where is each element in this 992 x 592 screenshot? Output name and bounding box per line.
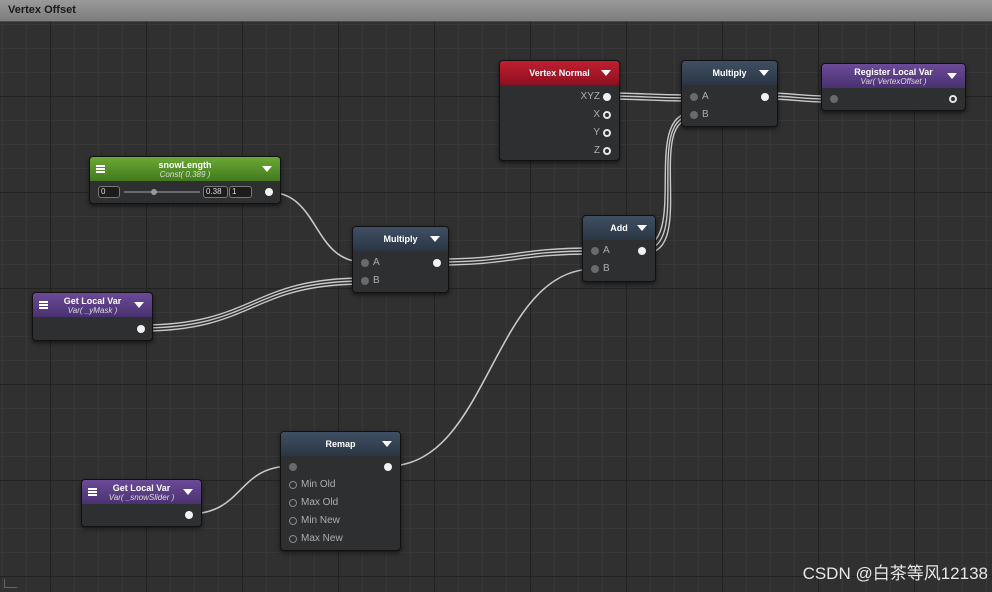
input-port-min-new[interactable] [289,517,297,525]
output-port[interactable] [638,247,646,255]
node-header[interactable]: Get Local Var Var( _snowSlider ) [82,480,201,504]
node-header[interactable]: Remap [281,432,400,456]
output-label-xyz: XYZ [580,91,600,102]
multiply-node-middle[interactable]: Multiply A B [352,226,449,293]
input-port-max-new[interactable] [289,535,297,543]
input-port-max-old[interactable] [289,499,297,507]
register-local-var-node[interactable]: Register Local Var Var( VertexOffset ) [821,63,966,111]
node-header[interactable]: Get Local Var Var( _yMask ) [33,293,152,317]
node-title: Multiply [712,68,747,78]
node-title: Get Local Var [63,296,122,306]
dropdown-arrow-icon[interactable] [382,441,392,447]
node-header[interactable]: Multiply [353,227,448,251]
dropdown-arrow-icon[interactable] [134,302,144,308]
dropdown-arrow-icon[interactable] [637,225,647,231]
input-label-b: B [373,275,380,286]
output-port-xyz[interactable] [603,93,611,101]
remap-node[interactable]: Remap Min Old Max Old Min New Max New [280,431,401,551]
output-label-y: Y [593,127,600,138]
node-header[interactable]: Add [583,216,655,240]
dropdown-arrow-icon[interactable] [262,166,272,172]
input-port-min-old[interactable] [289,481,297,489]
dropdown-arrow-icon[interactable] [430,236,440,242]
input-label-min-old: Min Old [301,479,336,490]
input-port-b[interactable] [591,265,599,273]
add-node[interactable]: Add A B [582,215,656,282]
slider-max-field[interactable]: 1 [229,186,252,198]
node-title: Vertex Normal [529,68,590,78]
menu-icon[interactable] [39,301,48,309]
node-header[interactable]: snowLength Const( 0.389 ) [90,157,280,181]
input-label-max-old: Max Old [301,497,339,508]
output-port-x[interactable] [603,111,611,119]
get-local-var-ymask-node[interactable]: Get Local Var Var( _yMask ) [32,292,153,341]
vertex-normal-node[interactable]: Vertex Normal XYZ X Y Z [499,60,620,161]
node-header[interactable]: Register Local Var Var( VertexOffset ) [822,64,965,88]
snow-length-node[interactable]: snowLength Const( 0.389 ) 0 0.38 1 [89,156,281,204]
node-title: Add [610,223,628,233]
canvas-corner-icon [4,579,17,588]
slider-value-field[interactable]: 0.38 [203,186,228,198]
menu-icon[interactable] [88,488,97,496]
window-title: Vertex Offset [8,4,76,16]
input-port-b[interactable] [690,111,698,119]
get-local-var-snowslider-node[interactable]: Get Local Var Var( _snowSlider ) [81,479,202,527]
output-port[interactable] [137,325,145,333]
node-title: Register Local Var [854,67,933,77]
output-port[interactable] [761,93,769,101]
dropdown-arrow-icon[interactable] [947,73,957,79]
node-title: snowLength [158,160,212,170]
node-title: Remap [325,439,356,449]
shader-editor-window: Vertex Offset Vertex Normal XYZ X Y Z Mu… [0,0,992,592]
output-port-z[interactable] [603,147,611,155]
input-label-max-new: Max New [301,533,343,544]
input-label-a: A [373,257,380,268]
window-title-bar[interactable]: Vertex Offset [0,0,992,22]
input-port[interactable] [830,95,838,103]
node-title: Multiply [383,234,418,244]
node-subtitle: Const( 0.389 ) [159,170,211,179]
input-port-b[interactable] [361,277,369,285]
input-label-a: A [702,91,709,102]
output-port[interactable] [265,188,273,196]
output-port[interactable] [949,95,957,103]
input-port-a[interactable] [690,93,698,101]
input-label-min-new: Min New [301,515,340,526]
dropdown-arrow-icon[interactable] [759,70,769,76]
dropdown-arrow-icon[interactable] [601,70,611,76]
dropdown-arrow-icon[interactable] [183,489,193,495]
input-port-value[interactable] [289,463,297,471]
multiply-node-top[interactable]: Multiply A B [681,60,778,127]
node-title: Get Local Var [112,483,171,493]
watermark-text: CSDN @白茶等风12138 [802,564,988,583]
output-label-x: X [593,109,600,120]
slider-handle[interactable] [150,189,157,195]
node-header[interactable]: Vertex Normal [500,61,619,85]
slider-min-field[interactable]: 0 [98,186,120,198]
node-subtitle: Var( VertexOffset ) [860,77,927,86]
slider-track[interactable] [124,191,200,193]
output-port[interactable] [433,259,441,267]
node-header[interactable]: Multiply [682,61,777,85]
output-port[interactable] [384,463,392,471]
output-port[interactable] [185,511,193,519]
input-port-a[interactable] [361,259,369,267]
menu-icon[interactable] [96,165,105,173]
input-label-a: A [603,245,610,256]
input-port-a[interactable] [591,247,599,255]
output-port-y[interactable] [603,129,611,137]
input-label-b: B [603,263,610,274]
input-label-b: B [702,109,709,120]
output-label-z: Z [593,145,600,156]
